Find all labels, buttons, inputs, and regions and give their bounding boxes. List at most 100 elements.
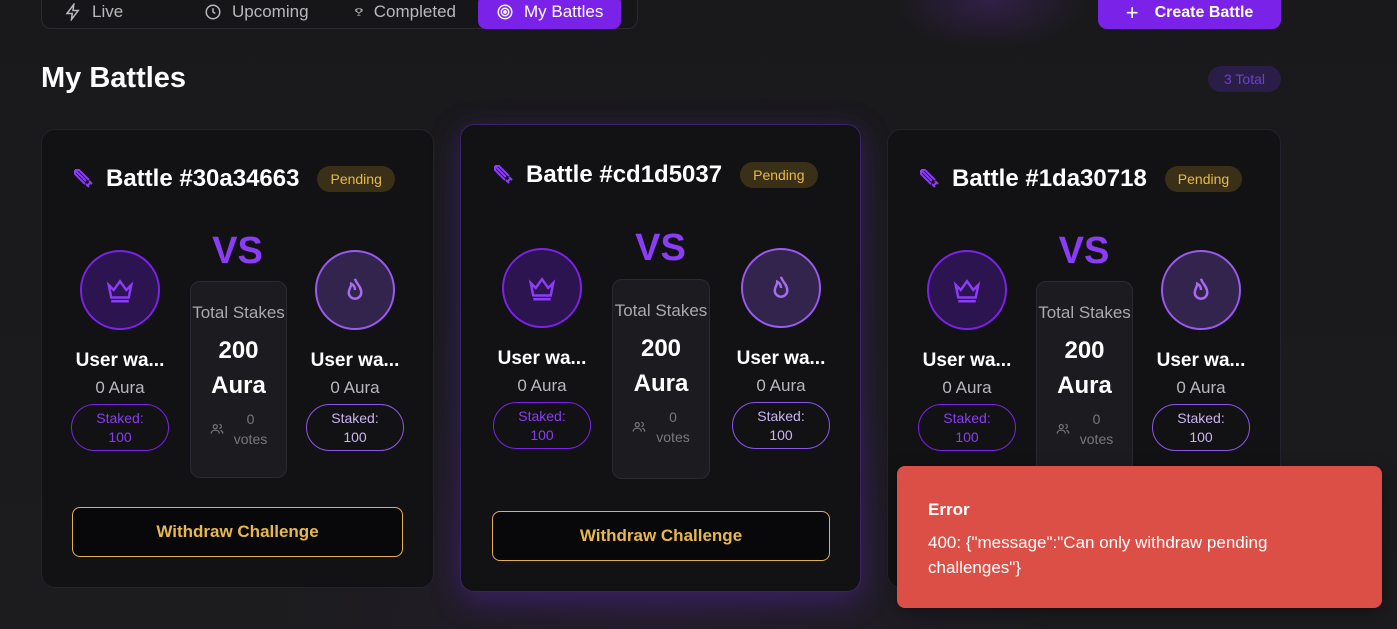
- staked-value: 100: [530, 426, 554, 443]
- challenger-avatar: [80, 250, 160, 330]
- challenger-avatar: [927, 250, 1007, 330]
- total-stakes-value: 200 Aura: [1057, 337, 1112, 399]
- votes-label: votes: [656, 429, 690, 445]
- votes-count: 0 votes: [613, 407, 709, 447]
- staked-value: 100: [108, 428, 132, 445]
- battle-title: Battle #30a34663: [106, 165, 300, 192]
- staked-label: Staked:: [331, 409, 379, 426]
- opponent-staked: Staked: 100: [306, 404, 404, 451]
- users-icon: [1056, 423, 1070, 434]
- create-battle-label: Create Battle: [1154, 3, 1254, 21]
- total-stakes-value: 200 Aura: [211, 337, 266, 399]
- battle-card-header: Battle #30a34663 Pending: [72, 165, 395, 193]
- users-icon: [210, 423, 224, 434]
- votes-count: 0 votes: [1037, 409, 1132, 449]
- opponent: User wa... 0 Aura Staked: 100: [1146, 250, 1256, 451]
- battle-card: Battle #cd1d5037 Pending VS User wa... 0…: [460, 124, 861, 592]
- opponent-staked: Staked: 100: [732, 402, 830, 449]
- challenger-avatar: [502, 248, 582, 328]
- target-icon: [497, 4, 513, 19]
- create-battle-button[interactable]: + Create Battle: [1098, 0, 1281, 29]
- sword-icon: [74, 169, 93, 188]
- crown-icon: [106, 279, 134, 303]
- total-stakes-box: Total Stakes 200 Aura 0 votes: [1036, 281, 1133, 478]
- staked-label: Staked:: [943, 409, 991, 426]
- withdraw-challenge-button[interactable]: Withdraw Challenge: [72, 507, 403, 557]
- status-badge: Pending: [317, 166, 395, 192]
- tab-my-battles-label: My Battles: [524, 1, 604, 21]
- challenger-name: User wa...: [75, 350, 165, 371]
- challenger-name: User wa...: [497, 348, 587, 369]
- opponent-avatar: [315, 250, 395, 330]
- total-stakes-box: Total Stakes 200 Aura 0 votes: [190, 281, 287, 478]
- total-stakes-value: 200 Aura: [633, 335, 689, 397]
- staked-value: 100: [1189, 428, 1213, 445]
- tab-completed-label: Completed: [373, 1, 456, 21]
- staked-value: 100: [343, 428, 367, 445]
- opponent-staked: Staked: 100: [1152, 404, 1250, 451]
- battle-tabs: Live Upcoming Completed My Battles: [41, 0, 638, 29]
- staked-label: Staked:: [96, 409, 144, 426]
- challenger-aura: 0 Aura: [517, 376, 567, 395]
- votes-label: votes: [233, 431, 268, 447]
- challenger-aura: 0 Aura: [95, 378, 145, 397]
- toast-title: Error: [928, 500, 970, 519]
- tab-live[interactable]: Live: [46, 0, 186, 29]
- challenger: User wa... 0 Aura Staked: 100: [65, 250, 175, 451]
- challenger-staked: Staked: 100: [71, 404, 169, 451]
- challenger: User wa... 0 Aura Staked: 100: [912, 250, 1022, 451]
- page-title: My Battles: [41, 62, 187, 94]
- tab-live-label: Live: [92, 1, 124, 21]
- votes-number: 0: [246, 411, 255, 427]
- tab-completed[interactable]: Completed: [336, 0, 474, 29]
- trophy-icon: [355, 7, 363, 16]
- tab-my-battles[interactable]: My Battles: [478, 0, 622, 29]
- total-stakes-box: Total Stakes 200 Aura 0 votes: [612, 279, 710, 479]
- flame-icon: [1193, 278, 1209, 300]
- staked-value: 100: [769, 426, 793, 443]
- battle-card-header: Battle #1da30718 Pending: [918, 165, 1243, 193]
- votes-number: 0: [1092, 411, 1101, 427]
- total-stakes-label: Total Stakes: [192, 303, 285, 322]
- status-badge: Pending: [740, 162, 818, 188]
- opponent-avatar: [1161, 250, 1241, 330]
- flame-icon: [773, 276, 789, 298]
- votes-label: votes: [1079, 431, 1114, 447]
- total-stakes-label: Total Stakes: [1038, 303, 1131, 322]
- error-toast[interactable]: Error 400: {"message":"Can only withdraw…: [897, 466, 1382, 608]
- staked-label: Staked:: [757, 407, 805, 424]
- lightning-icon: [65, 2, 80, 21]
- plus-icon: +: [1125, 0, 1139, 25]
- battle-title: Battle #cd1d5037: [526, 161, 723, 188]
- battle-card-header: Battle #cd1d5037 Pending: [492, 161, 818, 189]
- challenger-staked: Staked: 100: [493, 402, 591, 449]
- tab-upcoming-label: Upcoming: [232, 1, 309, 21]
- clock-icon: [205, 4, 221, 19]
- toast-message: 400: {"message":"Can only withdraw pendi…: [928, 533, 1268, 577]
- opponent-name: User wa...: [310, 350, 400, 371]
- crown-icon: [528, 277, 556, 301]
- withdraw-challenge-button[interactable]: Withdraw Challenge: [492, 511, 830, 561]
- challenger-name: User wa...: [922, 350, 1012, 371]
- votes-number: 0: [669, 409, 677, 425]
- tab-upcoming[interactable]: Upcoming: [186, 0, 336, 29]
- total-count-badge: 3 Total: [1208, 66, 1281, 92]
- opponent: User wa... 0 Aura Staked: 100: [726, 248, 836, 449]
- staked-label: Staked:: [1177, 409, 1225, 426]
- opponent-name: User wa...: [736, 348, 826, 369]
- opponent: User wa... 0 Aura Staked: 100: [300, 250, 410, 451]
- opponent-name: User wa...: [1156, 350, 1246, 371]
- opponent-aura: 0 Aura: [330, 378, 380, 397]
- opponent-aura: 0 Aura: [1176, 378, 1226, 397]
- opponent-avatar: [741, 248, 821, 328]
- sword-icon: [920, 169, 939, 188]
- battle-card: Battle #30a34663 Pending VS User wa... 0…: [41, 129, 434, 588]
- crown-icon: [953, 279, 981, 303]
- battle-title: Battle #1da30718: [952, 165, 1147, 192]
- status-badge: Pending: [1164, 166, 1243, 192]
- staked-value: 100: [955, 428, 979, 445]
- users-icon: [632, 421, 646, 432]
- total-stakes-label: Total Stakes: [614, 301, 708, 320]
- opponent-aura: 0 Aura: [756, 376, 806, 395]
- votes-count: 0 votes: [191, 409, 286, 449]
